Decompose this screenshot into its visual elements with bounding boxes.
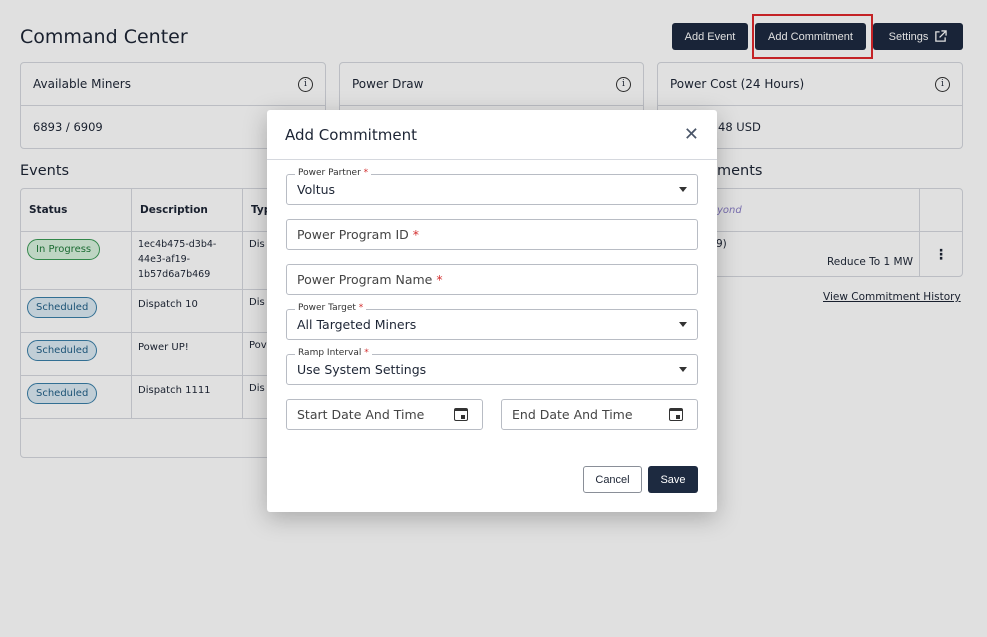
start-date-input[interactable]: Start Date And Time [286, 399, 483, 430]
calendar-icon[interactable] [454, 408, 468, 421]
select-value: Voltus [297, 182, 336, 197]
cancel-button[interactable]: Cancel [583, 466, 642, 493]
power-target-select[interactable]: Power Target * All Targeted Miners [286, 303, 698, 340]
input-placeholder: Start Date And Time [297, 407, 425, 422]
field-label: Power Target * [295, 303, 367, 313]
end-date-input[interactable]: End Date And Time [501, 399, 698, 430]
save-button[interactable]: Save [648, 466, 698, 493]
dropdown-arrow-icon [679, 322, 687, 327]
power-program-id-input[interactable]: Power Program ID * [286, 219, 698, 250]
calendar-icon[interactable] [669, 408, 683, 421]
input-placeholder: End Date And Time [512, 407, 633, 422]
ramp-interval-select[interactable]: Ramp Interval * Use System Settings [286, 348, 698, 385]
dropdown-arrow-icon [679, 187, 687, 192]
power-program-name-input[interactable]: Power Program Name * [286, 264, 698, 295]
dialog-title: Add Commitment [285, 125, 417, 144]
field-label: Ramp Interval * [295, 348, 372, 358]
power-partner-select[interactable]: Power Partner * Voltus [286, 168, 698, 205]
field-label: Power Partner * [295, 168, 372, 178]
select-value: All Targeted Miners [297, 317, 417, 332]
input-placeholder: Power Program Name [297, 272, 433, 287]
close-icon[interactable]: ✕ [684, 124, 699, 145]
input-placeholder: Power Program ID [297, 227, 409, 242]
select-value: Use System Settings [297, 362, 427, 377]
add-commitment-dialog: Add Commitment ✕ Power Partner * Voltus … [267, 110, 717, 512]
dropdown-arrow-icon [679, 367, 687, 372]
